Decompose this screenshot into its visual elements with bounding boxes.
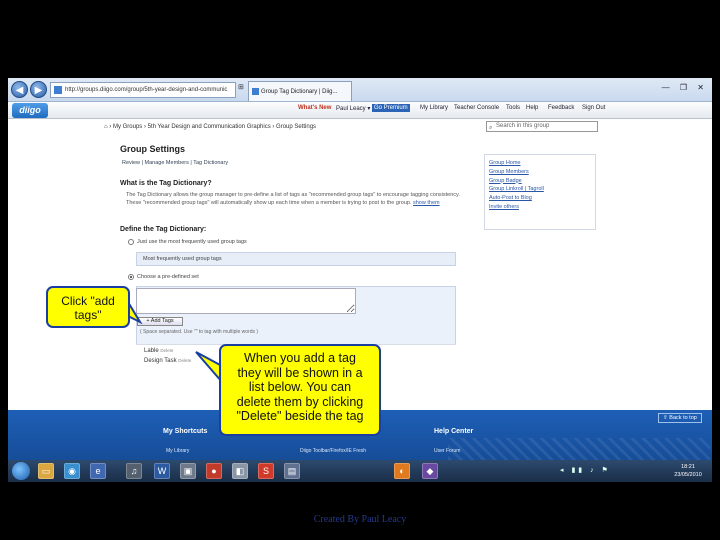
callout-line: tags"	[74, 308, 102, 322]
group-sidebar: Group Home Group Members Group Badge Gro…	[484, 154, 596, 230]
tag-name: Design Task	[144, 358, 177, 364]
callout-line: delete them by clicking	[236, 394, 364, 409]
window-controls-icon[interactable]: — ❐ ✕	[662, 83, 708, 92]
app-icon[interactable]: ◆	[422, 463, 438, 479]
radio-predefined-label: Choose a pre-defined set	[137, 274, 199, 280]
footer-shortcuts-title: My Shortcuts	[163, 428, 208, 435]
app-icon[interactable]: S	[258, 463, 274, 479]
tab-favicon-icon	[252, 88, 259, 95]
user-menu[interactable]: Paul Leacy ▾	[336, 105, 370, 112]
callout-click-add-tags: Click "add tags"	[46, 286, 130, 328]
list-item: Design Task Delete	[144, 358, 191, 364]
tag-dictionary-description: The Tag Dictionary allows the group mana…	[126, 191, 476, 207]
site-favicon-icon	[54, 86, 62, 94]
footer-link-library[interactable]: My Library	[166, 448, 189, 454]
description-text: The Tag Dictionary allows the group mana…	[126, 192, 460, 206]
callout-line: When you add a tag	[244, 351, 356, 365]
breadcrumb[interactable]: ⌂ › My Groups › 5th Year Design and Comm…	[104, 124, 316, 130]
media-icon[interactable]: ♫	[126, 463, 142, 479]
sidebar-item-group-badge[interactable]: Group Badge	[489, 177, 591, 186]
taskbar-clock[interactable]: 18:21 23/05/2010	[668, 463, 708, 479]
word-icon[interactable]: W	[154, 463, 170, 479]
chrome-icon[interactable]: ◉	[64, 463, 80, 479]
address-text: http://groups.diigo.com/group/5th-year-d…	[65, 87, 228, 93]
callout-line: Click "add	[61, 294, 115, 308]
footer-help-title: Help Center	[434, 428, 474, 435]
tab-title: Group Tag Dictionary | Diig...	[261, 89, 338, 95]
add-tags-button[interactable]: + Add Tags	[137, 317, 183, 326]
search-input[interactable]: ⌕ Search in this group	[486, 121, 598, 132]
toolbar-teacher-console[interactable]: Teacher Console	[454, 105, 499, 111]
toolbar-tools[interactable]: Tools	[506, 105, 520, 111]
slide: ◀ ▶ http://groups.diigo.com/group/5th-ye…	[0, 0, 720, 540]
radio-frequent-tags[interactable]	[128, 239, 134, 245]
clock-date: 23/05/2010	[674, 472, 702, 478]
sidebar-item-group-home[interactable]: Group Home	[489, 159, 591, 168]
callout-line: they will be shown in a	[237, 365, 363, 380]
show-them-link[interactable]: show them	[413, 200, 440, 206]
toolbar-feedback[interactable]: Feedback	[548, 105, 574, 111]
callout-tag-explanation: When you add a tag they will be shown in…	[219, 344, 381, 436]
search-placeholder: Search in this group	[496, 123, 550, 129]
app-icon[interactable]: ◧	[232, 463, 248, 479]
app-icon[interactable]: ●	[206, 463, 222, 479]
delete-tag-link[interactable]: Delete	[160, 348, 173, 353]
page-title: Group Settings	[120, 144, 185, 154]
sidebar-item-linkroll[interactable]: Group Linkroll | Tagroll	[489, 185, 591, 194]
delete-tag-link[interactable]: Delete	[178, 358, 191, 363]
author-credit: Created By Paul Leacy	[313, 514, 407, 525]
section-what-is-title: What is the Tag Dictionary?	[120, 180, 212, 187]
search-icon: ⌕	[489, 125, 493, 131]
tag-input-hint: ( Space separated. Use "" to tag with mu…	[140, 329, 259, 335]
sidebar-item-group-members[interactable]: Group Members	[489, 168, 591, 177]
forward-icon[interactable]: ▶	[30, 81, 47, 98]
system-tray-icon[interactable]: ◂ ▮▮ ♪ ⚑	[560, 466, 611, 474]
callout-line: "Delete" beside the tag	[236, 409, 364, 423]
diigo-toolbar: diigo What's New Paul Leacy ▾ Go Premium…	[8, 102, 712, 119]
sidebar-item-auto-post[interactable]: Auto-Post to Blog	[489, 194, 591, 203]
browser-toolbar: ◀ ▶ http://groups.diigo.com/group/5th-ye…	[8, 78, 712, 102]
toolbar-sign-out[interactable]: Sign Out	[582, 105, 605, 111]
callout-line: list below. You can	[248, 380, 352, 394]
sidebar-item-invite[interactable]: Invite others	[489, 203, 591, 212]
radio-frequent-label: Just use the most frequently used group …	[137, 239, 247, 245]
settings-subnav[interactable]: Review | Manage Members | Tag Dictionary	[122, 160, 228, 166]
tag-input[interactable]	[136, 288, 356, 314]
toolbar-my-library[interactable]: My Library	[420, 105, 448, 111]
whats-new-link[interactable]: What's New	[298, 105, 331, 111]
frequent-tags-box: Most frequently used group tags	[136, 252, 456, 266]
browser-tab[interactable]: Group Tag Dictionary | Diig...	[248, 81, 352, 101]
address-bar[interactable]: http://groups.diigo.com/group/5th-year-d…	[50, 82, 236, 98]
app-icon[interactable]: ▣	[180, 463, 196, 479]
start-button[interactable]	[12, 462, 30, 480]
footer-pattern	[448, 438, 710, 460]
clock-time: 18:21	[681, 464, 695, 470]
list-item: Lable Delete	[144, 348, 173, 354]
footer-link-forum[interactable]: User Forum	[434, 448, 460, 454]
radio-predefined-set[interactable]	[128, 274, 134, 280]
diigo-logo[interactable]: diigo	[12, 103, 48, 118]
windows-taskbar: ▭ ◉ e ♫ W ▣ ● ◧ S ▤ ◐ ◆ ◂ ▮▮ ♪ ⚑ 18:21 2…	[8, 460, 712, 482]
footer-link-toolbar[interactable]: Diigo Toolbar/Firefox/IE Fresh	[300, 448, 366, 454]
go-premium-button[interactable]: Go Premium	[372, 104, 410, 112]
section-define-title: Define the Tag Dictionary:	[120, 226, 207, 233]
tag-name: Lable	[144, 348, 159, 354]
back-to-top-button[interactable]: ⇧ Back to top	[658, 413, 702, 423]
back-icon[interactable]: ◀	[11, 81, 28, 98]
firefox-icon[interactable]: ◐	[394, 463, 410, 479]
app-icon[interactable]: ▤	[284, 463, 300, 479]
ie-icon[interactable]: e	[90, 463, 106, 479]
explorer-icon[interactable]: ▭	[38, 463, 54, 479]
toolbar-help[interactable]: Help	[526, 105, 538, 111]
